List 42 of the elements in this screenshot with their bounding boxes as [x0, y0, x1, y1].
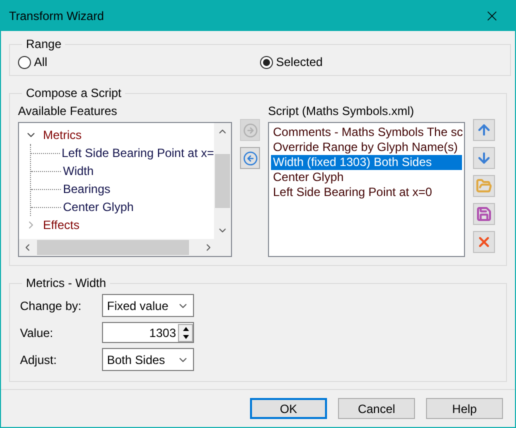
- dialog-button[interactable]: OK: [250, 398, 327, 419]
- list-label: Script (Maths Symbols.xml): [268, 103, 416, 120]
- tree-node[interactable]: Bearings: [63, 180, 110, 198]
- dialog-button[interactable]: Help: [426, 398, 503, 419]
- toolbar-button[interactable]: [473, 119, 495, 141]
- toolbar-button[interactable]: [473, 203, 495, 225]
- dialog-button[interactable]: Cancel: [338, 398, 415, 419]
- save-icon: [476, 206, 492, 222]
- tree-node[interactable]: Left Side Bearing Point at x=: [62, 144, 214, 162]
- radio-button[interactable]: [18, 56, 31, 68]
- transfer-button[interactable]: [240, 147, 260, 169]
- scroll-thumb[interactable]: [215, 154, 230, 208]
- dropdown[interactable]: Fixed value: [102, 294, 194, 317]
- field-label: Adjust:: [19, 352, 58, 368]
- tree-node[interactable]: Width: [63, 162, 94, 180]
- list-item[interactable]: Comments - Maths Symbols The sc: [271, 125, 462, 140]
- dropdown[interactable]: Both Sides: [102, 348, 194, 371]
- group-title: Metrics - Width: [26, 276, 106, 290]
- group-title: Range: [26, 37, 62, 51]
- window-title: Transform Wizard: [9, 8, 104, 25]
- radio-option[interactable]: Selected: [260, 53, 502, 71]
- list-item[interactable]: Center Glyph: [271, 170, 462, 185]
- radio-option[interactable]: All: [18, 53, 260, 71]
- number-field[interactable]: 1303: [102, 322, 194, 343]
- field-label: Value:: [19, 324, 54, 342]
- vertical-scrollbar[interactable]: [214, 123, 231, 239]
- group-title: Compose a Script: [26, 86, 122, 100]
- toolbar-button[interactable]: [473, 231, 495, 253]
- delete-icon: [476, 234, 492, 250]
- horizontal-scrollbar[interactable]: [19, 239, 231, 256]
- list-item[interactable]: Override Range by Glyph Name(s): [271, 140, 462, 155]
- tree-node[interactable]: Metrics: [19, 126, 214, 144]
- scroll-thumb[interactable]: [37, 240, 189, 255]
- list-label: Available Features: [18, 103, 118, 120]
- radio-button[interactable]: [260, 56, 273, 68]
- tree-node[interactable]: Effects: [19, 216, 214, 234]
- toolbar-button[interactable]: [473, 147, 495, 169]
- list-item[interactable]: Left Side Bearing Point at x=0: [271, 185, 462, 200]
- list-item[interactable]: Width (fixed 1303) Both Sides: [271, 155, 462, 170]
- tree-node[interactable]: Center Glyph: [63, 198, 134, 216]
- field-label: Change by:: [19, 298, 82, 314]
- folder-icon: [476, 178, 492, 194]
